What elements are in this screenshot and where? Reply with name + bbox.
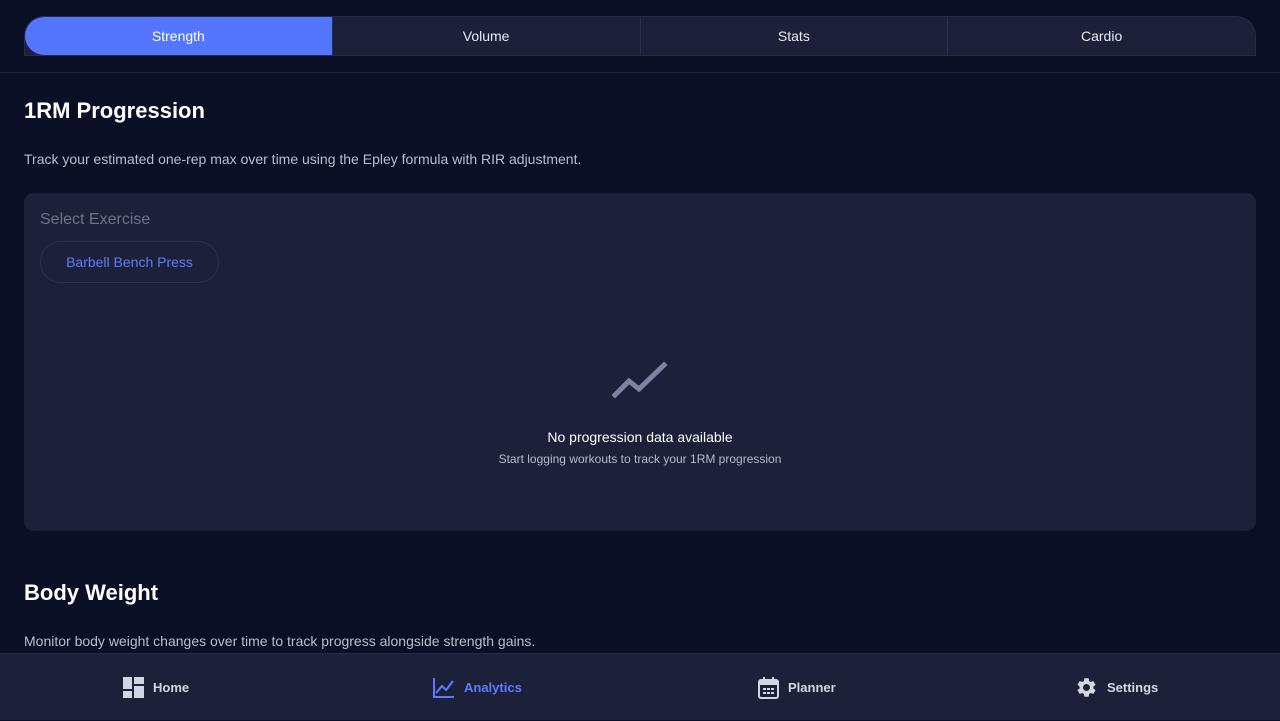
tab-cardio[interactable]: Cardio: [948, 17, 1255, 55]
nav-label-planner: Planner: [788, 680, 836, 695]
bottom-navigation: Home Analytics Planner Settings: [0, 653, 1280, 720]
trending-line-icon: [612, 361, 668, 399]
empty-state-title: No progression data available: [547, 429, 733, 445]
calendar-icon: [758, 676, 779, 699]
nav-item-home[interactable]: Home: [123, 654, 189, 721]
tab-stats[interactable]: Stats: [641, 17, 949, 55]
tab-volume[interactable]: Volume: [333, 17, 641, 55]
chart-line-icon: [433, 678, 454, 698]
select-exercise-label: Select Exercise: [40, 211, 151, 228]
tab-strength[interactable]: Strength: [25, 17, 333, 55]
nav-label-analytics: Analytics: [464, 680, 522, 695]
section-description-body-weight: Monitor body weight changes over time to…: [24, 633, 536, 649]
analytics-tab-bar: Strength Volume Stats Cardio: [24, 16, 1256, 56]
nav-item-settings[interactable]: Settings: [1075, 654, 1158, 721]
empty-state-subtitle: Start logging workouts to track your 1RM…: [498, 452, 782, 466]
exercise-chip-selected[interactable]: Barbell Bench Press: [40, 241, 219, 283]
section-title-1rm-progression: 1RM Progression: [24, 98, 205, 123]
dashboard-icon: [123, 677, 144, 698]
section-description-1rm: Track your estimated one-rep max over ti…: [24, 151, 582, 167]
nav-item-planner[interactable]: Planner: [758, 654, 836, 721]
gear-icon: [1077, 678, 1096, 697]
header-divider: [0, 72, 1280, 73]
progression-card: Select Exercise Barbell Bench Press No p…: [24, 193, 1256, 531]
nav-item-analytics[interactable]: Analytics: [433, 654, 522, 721]
nav-label-home: Home: [153, 680, 190, 695]
nav-label-settings: Settings: [1107, 680, 1159, 695]
section-title-body-weight: Body Weight: [24, 580, 159, 605]
